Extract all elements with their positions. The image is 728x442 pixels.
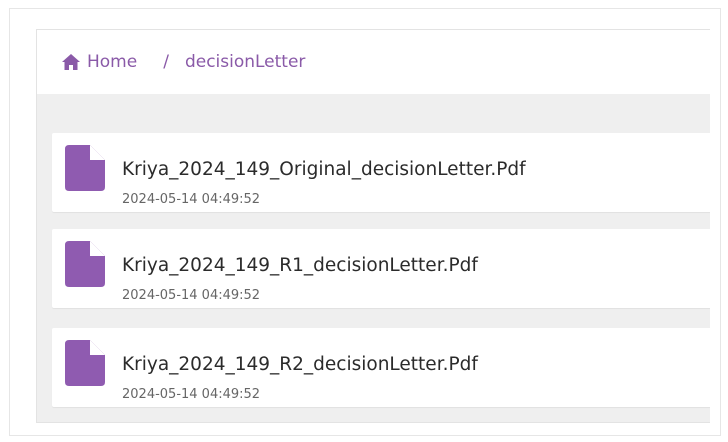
file-list-item[interactable]: Kriya_2024_149_R1_decisionLetter.Pdf 202…: [52, 229, 710, 308]
file-name[interactable]: Kriya_2024_149_R1_decisionLetter.Pdf: [122, 255, 478, 276]
file-date: 2024-05-14 04:49:52: [122, 288, 261, 303]
file-name[interactable]: Kriya_2024_149_Original_decisionLetter.P…: [122, 159, 526, 180]
pdf-file-icon: [65, 145, 105, 191]
window-frame: Home / decisionLetter Kriya_2024_149_Ori…: [9, 8, 721, 436]
breadcrumb-home-link[interactable]: Home: [61, 52, 137, 72]
breadcrumb-separator: /: [163, 52, 169, 72]
home-icon: [61, 53, 81, 71]
file-date: 2024-05-14 04:49:52: [122, 387, 261, 402]
breadcrumb: Home / decisionLetter: [37, 30, 710, 94]
pdf-file-icon: [65, 241, 105, 287]
file-list-item[interactable]: Kriya_2024_149_Original_decisionLetter.P…: [52, 133, 710, 212]
file-list-item[interactable]: Kriya_2024_149_R2_decisionLetter.Pdf 202…: [52, 328, 710, 407]
file-date: 2024-05-14 04:49:52: [122, 192, 261, 207]
file-browser-panel: Home / decisionLetter Kriya_2024_149_Ori…: [36, 29, 710, 423]
pdf-file-icon: [65, 340, 105, 386]
breadcrumb-home-label: Home: [87, 52, 138, 72]
file-name[interactable]: Kriya_2024_149_R2_decisionLetter.Pdf: [122, 354, 478, 375]
breadcrumb-current: decisionLetter: [184, 52, 306, 72]
